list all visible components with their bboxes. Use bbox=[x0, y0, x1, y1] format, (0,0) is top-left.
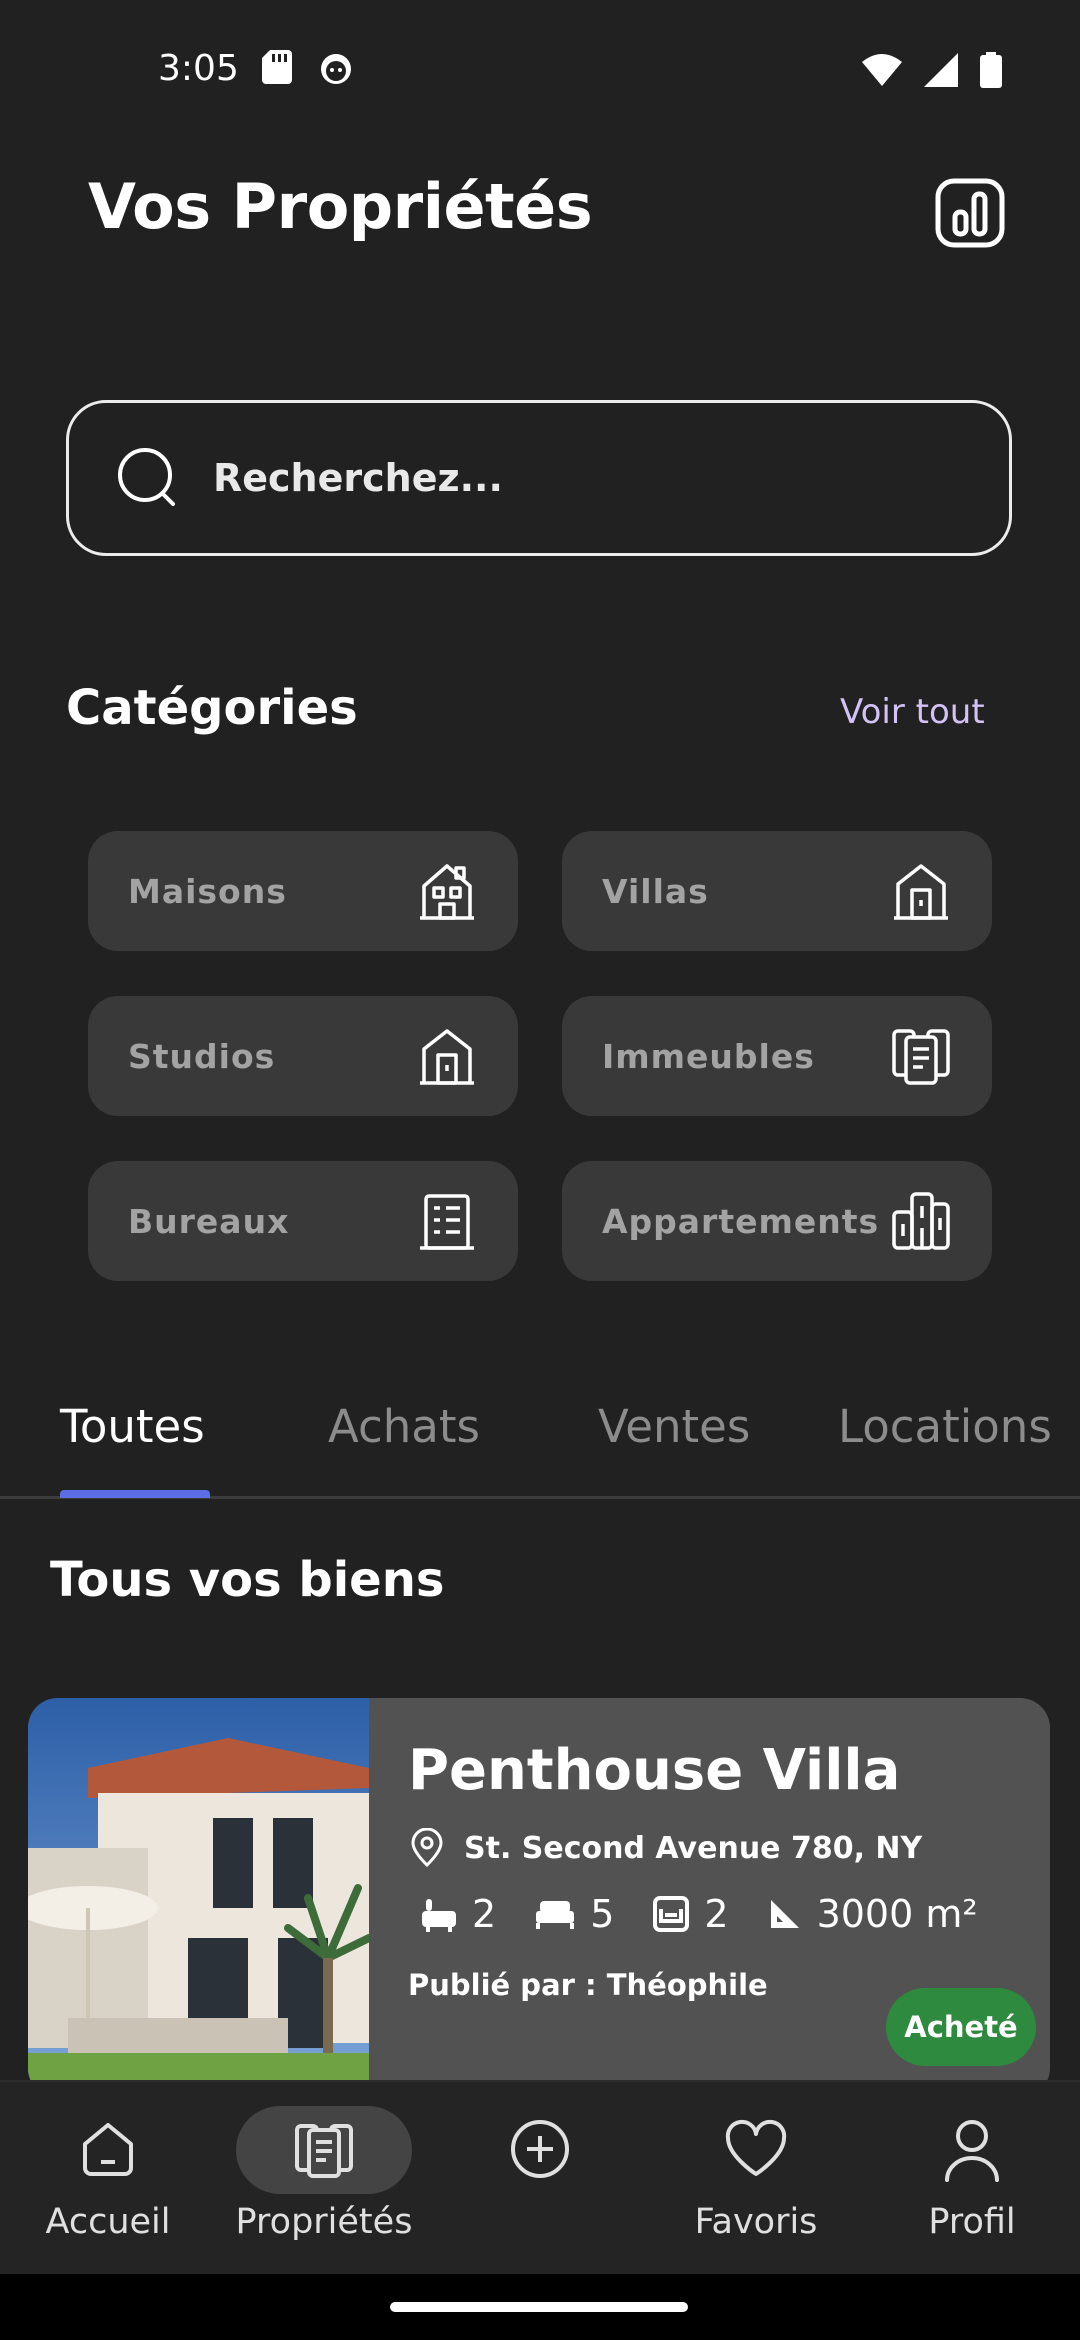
search-input[interactable]: Recherchez... bbox=[66, 400, 1012, 556]
person-icon bbox=[945, 2120, 999, 2182]
nav-accueil[interactable]: Accueil bbox=[8, 2082, 208, 2276]
property-card[interactable]: Penthouse Villa St. Second Avenue 780, N… bbox=[28, 1698, 1050, 2098]
buildings-icon bbox=[892, 1029, 950, 1085]
bottom-nav: Accueil Propriétés Favoris Profil bbox=[0, 2080, 1080, 2276]
category-maisons[interactable]: Maisons bbox=[88, 831, 518, 951]
status-left-icons bbox=[262, 50, 354, 86]
home-icon bbox=[83, 2123, 133, 2176]
property-image bbox=[28, 1698, 369, 2098]
office-icon bbox=[420, 1194, 474, 1250]
bed-icon bbox=[536, 1901, 575, 1929]
property-name: Penthouse Villa bbox=[408, 1738, 901, 1803]
bar-chart-icon bbox=[935, 178, 1005, 248]
category-villas[interactable]: Villas bbox=[562, 831, 992, 951]
category-studios[interactable]: Studios bbox=[88, 996, 518, 1116]
tab-achats[interactable]: Achats bbox=[328, 1400, 480, 1453]
villa-icon bbox=[894, 864, 948, 920]
bath-count: 2 bbox=[472, 1892, 497, 1936]
add-circle-icon bbox=[511, 2120, 569, 2178]
see-all-link[interactable]: Voir tout bbox=[840, 692, 985, 732]
sd-card-icon bbox=[262, 50, 292, 84]
category-label: Maisons bbox=[128, 871, 287, 911]
signal-icon bbox=[924, 53, 958, 87]
categories-title: Catégories bbox=[66, 680, 358, 736]
category-label: Bureaux bbox=[128, 1201, 290, 1241]
home-indicator[interactable] bbox=[390, 2302, 688, 2312]
bathtub-icon bbox=[422, 1899, 456, 1932]
sofa-count: 2 bbox=[704, 1892, 729, 1936]
cat-face-icon bbox=[321, 54, 351, 84]
bed-count: 5 bbox=[590, 1892, 615, 1936]
list-title: Tous vos biens bbox=[50, 1552, 445, 1608]
nav-label: Favoris bbox=[694, 2202, 818, 2242]
wifi-icon bbox=[862, 54, 902, 86]
tab-ventes[interactable]: Ventes bbox=[598, 1400, 750, 1453]
category-label: Immeubles bbox=[602, 1036, 815, 1076]
property-address: St. Second Avenue 780, NY bbox=[464, 1830, 923, 1866]
category-immeubles[interactable]: Immeubles bbox=[562, 996, 992, 1116]
tab-indicator bbox=[60, 1490, 210, 1498]
studio-icon bbox=[420, 1029, 474, 1085]
status-time: 3:05 bbox=[158, 48, 239, 89]
property-stats: 2 5 2 3000 m² bbox=[420, 1892, 1016, 1936]
apartments-icon bbox=[892, 1192, 950, 1250]
published-by: Publié par : Théophile bbox=[408, 1968, 768, 2002]
property-area: 3000 m² bbox=[816, 1892, 978, 1936]
nav-proprietes[interactable]: Propriétés bbox=[224, 2082, 424, 2276]
nav-profil[interactable]: Profil bbox=[872, 2082, 1072, 2276]
tab-locations[interactable]: Locations bbox=[838, 1400, 1052, 1453]
search-placeholder: Recherchez... bbox=[213, 456, 503, 500]
location-pin-icon bbox=[411, 1828, 443, 1868]
heart-icon bbox=[725, 2119, 787, 2176]
category-bureaux[interactable]: Bureaux bbox=[88, 1161, 518, 1281]
ruler-triangle-icon bbox=[770, 1900, 799, 1928]
nav-label: Profil bbox=[928, 2202, 1016, 2242]
sofa-icon bbox=[653, 1896, 690, 1932]
category-appartements[interactable]: Appartements bbox=[562, 1161, 992, 1281]
category-label: Appartements bbox=[602, 1201, 880, 1241]
status-badge: Acheté bbox=[886, 1988, 1036, 2066]
category-label: Studios bbox=[128, 1036, 276, 1076]
nav-favoris[interactable]: Favoris bbox=[656, 2082, 856, 2276]
properties-icon bbox=[295, 2124, 353, 2178]
category-label: Villas bbox=[602, 871, 709, 911]
search-icon bbox=[118, 448, 175, 506]
battery-icon bbox=[980, 52, 1002, 88]
page-title: Vos Propriétés bbox=[88, 170, 593, 243]
property-address-row: St. Second Avenue 780, NY bbox=[408, 1828, 922, 1868]
tab-toutes[interactable]: Toutes bbox=[60, 1400, 205, 1453]
stats-button[interactable] bbox=[935, 178, 1005, 248]
house-icon bbox=[420, 864, 474, 920]
nav-add[interactable] bbox=[440, 2082, 640, 2276]
nav-label: Accueil bbox=[45, 2202, 171, 2242]
nav-label: Propriétés bbox=[235, 2202, 413, 2242]
status-right-icons bbox=[862, 52, 1002, 88]
